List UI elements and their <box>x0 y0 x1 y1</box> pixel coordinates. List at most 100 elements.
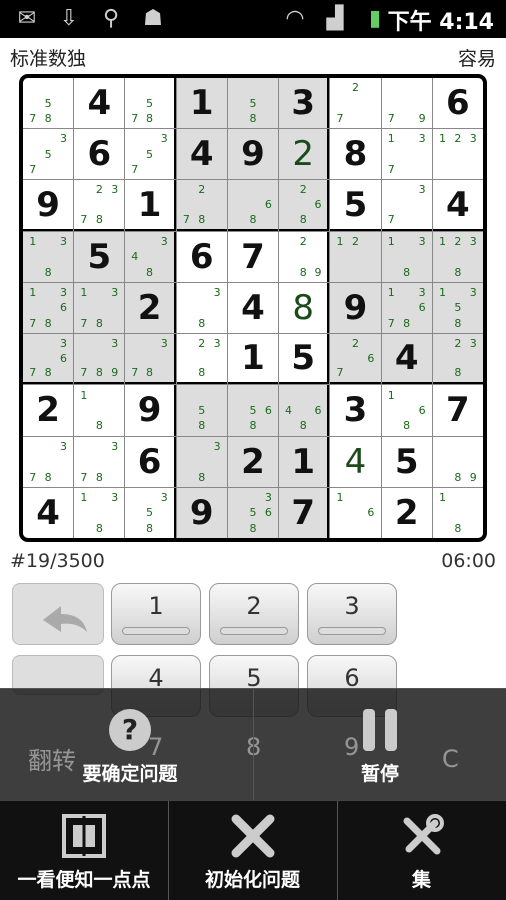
sudoku-cell[interactable]: 2378 <box>74 180 125 231</box>
sudoku-cell[interactable]: 1 <box>227 334 279 385</box>
sudoku-cell[interactable]: 6 <box>432 78 483 129</box>
sudoku-cell[interactable]: 8 <box>279 282 330 334</box>
sudoku-cell[interactable]: 13678 <box>381 282 432 334</box>
sudoku-cell[interactable]: 1 <box>125 180 176 231</box>
sudoku-cell[interactable]: 5 <box>74 231 125 282</box>
sudoku-cell[interactable]: 5 <box>381 436 432 487</box>
sudoku-cell[interactable]: 9 <box>23 180 74 231</box>
sudoku-cell[interactable]: 1378 <box>74 282 125 334</box>
sudoku-cell[interactable]: 68 <box>227 180 279 231</box>
given-value: 7 <box>291 492 316 533</box>
sudoku-cell[interactable]: 137 <box>381 129 432 180</box>
sudoku-cell[interactable]: 38 <box>176 282 227 334</box>
sudoku-cell[interactable]: 58 <box>227 78 279 129</box>
sudoku-cell[interactable]: 9 <box>330 282 381 334</box>
sudoku-cell[interactable]: 9 <box>227 129 279 180</box>
sudoku-cell[interactable]: 9 <box>176 487 227 538</box>
sudoku-cell[interactable]: 4 <box>330 436 381 487</box>
sudoku-cell[interactable]: 3 <box>279 78 330 129</box>
sudoku-cell[interactable]: 2 <box>227 436 279 487</box>
sudoku-cell[interactable]: 6 <box>125 436 176 487</box>
pencil-notes: 578 <box>29 96 52 126</box>
sudoku-cell[interactable]: 468 <box>279 385 330 436</box>
key-1[interactable]: 1 <box>111 583 201 645</box>
menu-item-hint[interactable]: 一看便知一点点 <box>0 813 168 892</box>
sudoku-cell[interactable]: 9 <box>125 385 176 436</box>
sudoku-cell[interactable]: 123 <box>432 129 483 180</box>
sudoku-cell[interactable]: 4 <box>432 180 483 231</box>
given-value: 6 <box>446 83 470 124</box>
sudoku-cell[interactable]: 2 <box>381 487 432 538</box>
sudoku-cell[interactable]: 1358 <box>432 282 483 334</box>
sudoku-cell[interactable]: 1 <box>279 436 330 487</box>
sudoku-cell[interactable]: 378 <box>125 334 176 385</box>
sudoku-cell[interactable]: 238 <box>176 334 227 385</box>
status-time: 下午 4:14 <box>387 10 494 35</box>
given-value: 4 <box>241 287 265 328</box>
menu-item-check-problem[interactable]: ? 要确定问题 <box>40 707 220 786</box>
sudoku-cell[interactable]: 138 <box>381 231 432 282</box>
key-2[interactable]: 2 <box>209 583 299 645</box>
sudoku-cell[interactable]: 3 <box>330 385 381 436</box>
sudoku-cell[interactable]: 1238 <box>432 231 483 282</box>
sudoku-cell[interactable]: 267 <box>330 334 381 385</box>
sudoku-cell[interactable]: 27 <box>330 78 381 129</box>
sudoku-cell[interactable]: 168 <box>381 385 432 436</box>
sudoku-cell[interactable]: 79 <box>381 78 432 129</box>
sudoku-cell[interactable]: 2 <box>125 282 176 334</box>
sudoku-cell[interactable]: 1 <box>176 78 227 129</box>
sudoku-cell[interactable]: 238 <box>432 334 483 385</box>
sudoku-cell[interactable]: 138 <box>74 487 125 538</box>
undo-button[interactable] <box>12 583 104 645</box>
sudoku-cell[interactable]: 12 <box>330 231 381 282</box>
sudoku-cell[interactable]: 578 <box>23 78 74 129</box>
given-value: 8 <box>343 134 368 175</box>
sudoku-cell[interactable]: 578 <box>125 78 176 129</box>
sudoku-cell[interactable]: 8 <box>330 129 381 180</box>
sudoku-cell[interactable]: 3568 <box>227 487 279 538</box>
sudoku-cell[interactable]: 7 <box>227 231 279 282</box>
pencil-notes: 89 <box>454 470 477 484</box>
sudoku-cell[interactable]: 16 <box>330 487 381 538</box>
sudoku-cell[interactable]: 357 <box>125 129 176 180</box>
sudoku-cell[interactable]: 3678 <box>23 334 74 385</box>
sudoku-cell[interactable]: 4 <box>227 282 279 334</box>
sudoku-cell[interactable]: 3789 <box>74 334 125 385</box>
sudoku-cell[interactable]: 38 <box>176 436 227 487</box>
sudoku-cell[interactable]: 268 <box>279 180 330 231</box>
sudoku-cell[interactable]: 278 <box>176 180 227 231</box>
sudoku-cell[interactable]: 4 <box>74 78 125 129</box>
sudoku-cell[interactable]: 358 <box>125 487 176 538</box>
sudoku-cell[interactable]: 6 <box>176 231 227 282</box>
menu-item-pause[interactable]: 暂停 <box>300 707 460 786</box>
sudoku-cell[interactable]: 4 <box>381 334 432 385</box>
sudoku-cell[interactable]: 2 <box>279 129 330 180</box>
menu-item-settings[interactable]: 集 <box>337 813 506 892</box>
sudoku-cell[interactable]: 357 <box>23 129 74 180</box>
sudoku-cell[interactable]: 58 <box>176 385 227 436</box>
sudoku-cell[interactable]: 348 <box>125 231 176 282</box>
sudoku-cell[interactable]: 37 <box>381 180 432 231</box>
given-value: 9 <box>137 390 162 431</box>
sudoku-cell[interactable]: 4 <box>176 129 227 180</box>
sudoku-cell[interactable]: 568 <box>227 385 279 436</box>
puzzle-number: #19/3500 <box>10 550 105 572</box>
sudoku-cell[interactable]: 2 <box>23 385 74 436</box>
sudoku-cell[interactable]: 5 <box>330 180 381 231</box>
sudoku-cell[interactable]: 138 <box>23 231 74 282</box>
sudoku-cell[interactable]: 5 <box>279 334 330 385</box>
sudoku-cell[interactable]: 18 <box>432 487 483 538</box>
sudoku-cell[interactable]: 7 <box>432 385 483 436</box>
sudoku-cell[interactable]: 289 <box>279 231 330 282</box>
sudoku-cell[interactable]: 18 <box>74 385 125 436</box>
sudoku-cell[interactable]: 378 <box>74 436 125 487</box>
key-3[interactable]: 3 <box>307 583 397 645</box>
menu-item-reset[interactable]: 初始化问题 <box>168 813 337 892</box>
sudoku-cell[interactable]: 4 <box>23 487 74 538</box>
sudoku-cell[interactable]: 13678 <box>23 282 74 334</box>
android-debug-icon: ☗ <box>143 6 163 31</box>
sudoku-cell[interactable]: 378 <box>23 436 74 487</box>
sudoku-cell[interactable]: 89 <box>432 436 483 487</box>
sudoku-cell[interactable]: 7 <box>279 487 330 538</box>
sudoku-cell[interactable]: 6 <box>74 129 125 180</box>
